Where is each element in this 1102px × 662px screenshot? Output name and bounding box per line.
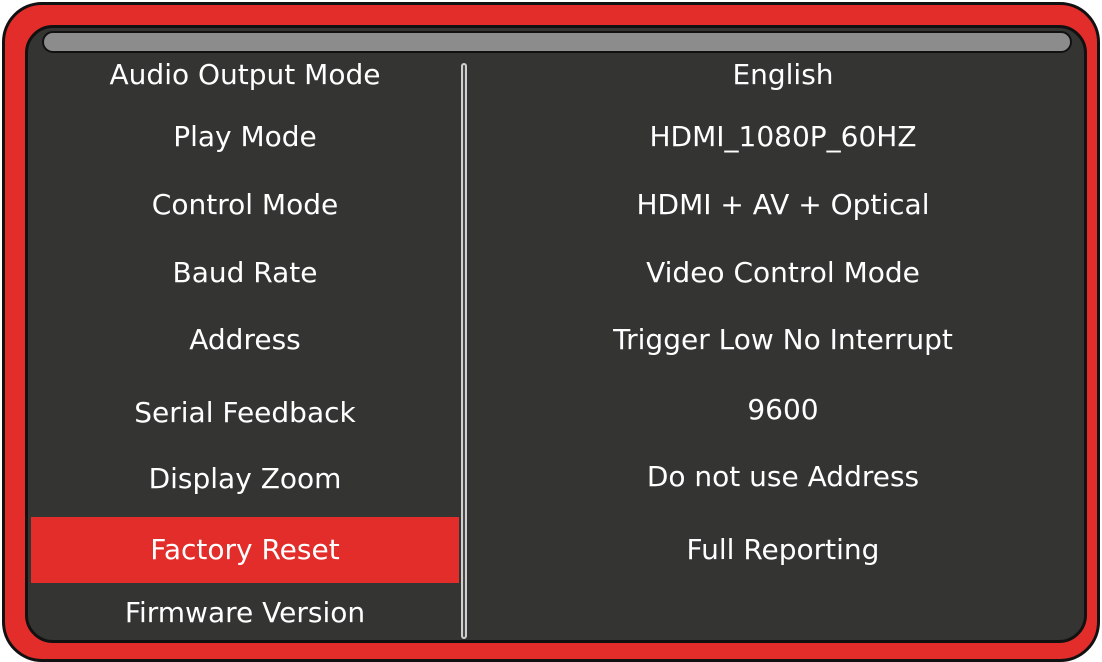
value-do-not-use-address: Do not use Address — [646, 460, 920, 493]
menu-item-address[interactable]: Address — [31, 323, 459, 357]
menu-item-audio-output-mode[interactable]: Audio Output Mode — [31, 58, 459, 92]
menu-item-play-mode[interactable]: Play Mode — [31, 120, 459, 154]
device-frame: Audio Output Mode Play Mode Control Mode… — [2, 2, 1100, 662]
value-full-reporting: Full Reporting — [686, 533, 880, 566]
menu-item-control-mode[interactable]: Control Mode — [31, 188, 459, 222]
menu-item-factory-reset[interactable]: Factory Reset — [31, 517, 459, 583]
value-hdmi-1080p-60hz: HDMI_1080P_60HZ — [649, 120, 917, 153]
menu-item-firmware-version[interactable]: Firmware Version — [31, 596, 459, 630]
value-9600: 9600 — [747, 393, 819, 426]
menu-item-baud-rate[interactable]: Baud Rate — [31, 256, 459, 290]
value-hdmi-av-optical: HDMI + AV + Optical — [636, 188, 930, 221]
value-english: English — [732, 58, 834, 91]
value-video-control-mode: Video Control Mode — [646, 256, 920, 289]
menu-item-serial-feedback[interactable]: Serial Feedback — [31, 396, 459, 430]
column-divider — [461, 63, 467, 639]
top-bar — [42, 31, 1072, 53]
value-trigger-low-no-interrupt: Trigger Low No Interrupt — [613, 323, 953, 356]
menu-screen: Audio Output Mode Play Mode Control Mode… — [25, 25, 1087, 643]
menu-item-display-zoom[interactable]: Display Zoom — [31, 462, 459, 496]
